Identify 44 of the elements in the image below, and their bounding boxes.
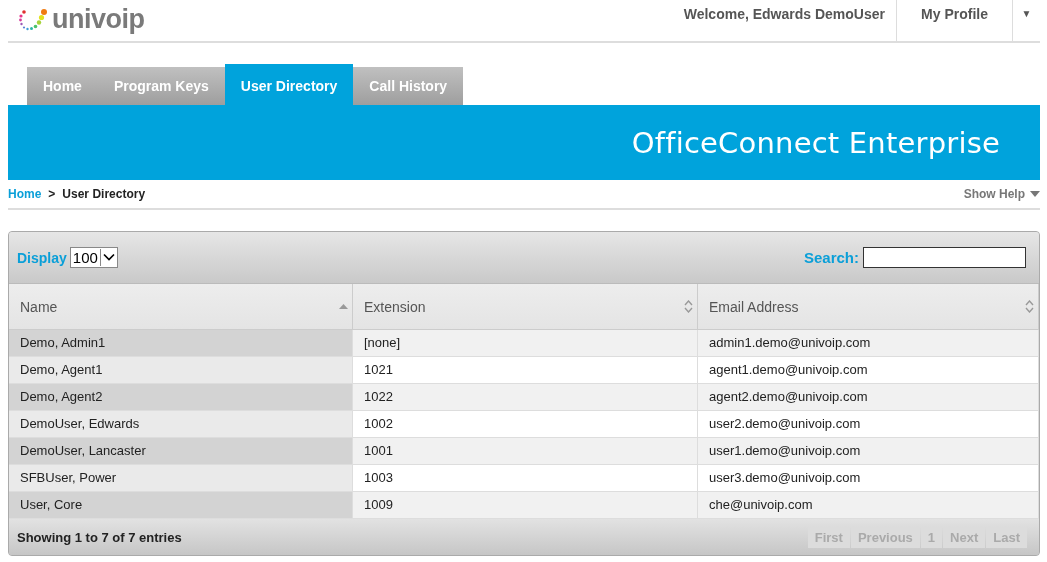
chevron-icon <box>99 249 117 266</box>
nav-tab[interactable]: Call History <box>353 67 464 105</box>
table-cell: User, Core <box>9 492 353 519</box>
table-cell: admin1.demo@univoip.com <box>698 330 1039 357</box>
table-cell: agent1.demo@univoip.com <box>698 357 1039 384</box>
table-cell: agent2.demo@univoip.com <box>698 384 1039 411</box>
search-field[interactable] <box>863 247 1026 268</box>
search-label: Search: <box>803 249 859 266</box>
table-cell: SFBUser, Power <box>9 465 353 492</box>
table-cell: 1022 <box>353 384 698 411</box>
my-profile-link[interactable]: My Profile <box>896 0 1013 41</box>
table-cell: [none] <box>353 330 698 357</box>
nav-tab[interactable]: Home <box>27 67 98 105</box>
caret-icon <box>1030 191 1040 197</box>
banner-title: OfficeConnect Enterprise <box>631 125 1000 160</box>
dropdown-toggle[interactable]: ▼ <box>1013 0 1040 41</box>
table-cell: che@univoip.com <box>698 492 1039 519</box>
nav-tab[interactable]: User Directory <box>224 64 354 105</box>
show-help-link[interactable]: Show Help <box>963 187 1040 201</box>
breadcrumb-separator: > <box>48 187 56 201</box>
welcome-text: Welcome, Edwards DemoUser <box>683 5 886 24</box>
table-cell: Demo, Agent2 <box>9 384 353 411</box>
page-size-select[interactable]: 100 <box>69 247 118 268</box>
table-cell: user1.demo@univoip.com <box>698 438 1039 465</box>
table-cell: 1002 <box>353 411 698 438</box>
column-header[interactable]: Email Address <box>698 284 1039 330</box>
table-cell: DemoUser, Edwards <box>9 411 353 438</box>
table-cell: 1009 <box>353 492 698 519</box>
column-header[interactable]: Name <box>9 284 353 330</box>
logo: univoip <box>52 4 145 35</box>
nav-tab[interactable]: Program Keys <box>97 67 225 105</box>
breadcrumb-link[interactable]: Home <box>8 187 42 201</box>
table-cell: Demo, Agent1 <box>9 357 353 384</box>
column-header[interactable]: Extension <box>353 284 698 330</box>
table-cell: user2.demo@univoip.com <box>698 411 1039 438</box>
table-cell: 1003 <box>353 465 698 492</box>
table-cell: Demo, Admin1 <box>9 330 353 357</box>
table-cell: 1001 <box>353 438 698 465</box>
table-cell: 1021 <box>353 357 698 384</box>
display-label: Display <box>17 249 67 266</box>
entries-info: Showing 1 to 7 of 7 entries <box>17 529 182 545</box>
table-cell: user3.demo@univoip.com <box>698 465 1039 492</box>
breadcrumb-current: User Directory <box>62 187 146 201</box>
table-cell: DemoUser, Lancaster <box>9 438 353 465</box>
